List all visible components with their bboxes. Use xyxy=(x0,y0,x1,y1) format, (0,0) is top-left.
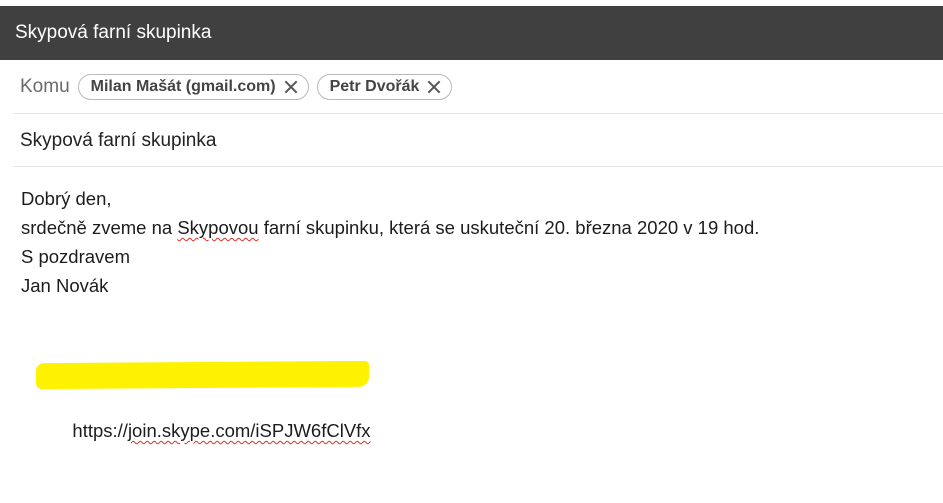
to-label: Komu xyxy=(20,76,70,97)
message-body[interactable]: Dobrý den, srdečně zveme na Skypovou far… xyxy=(21,184,921,441)
signature-text: Jan Novák xyxy=(21,275,109,296)
invitation-text-end: farní skupinku, která se uskuteční 20. b… xyxy=(258,217,760,238)
highlighted-link[interactable]: https://join.skype.com/iSPJW6fClVfx xyxy=(35,358,371,474)
recipient-chip[interactable]: Petr Dvořák xyxy=(316,74,453,100)
compose-title-bar: Skypová farní skupinka xyxy=(0,6,943,60)
closing-text: S pozdravem xyxy=(21,246,130,267)
highlight-mark xyxy=(35,360,369,390)
body-line: Dobrý den, xyxy=(21,184,921,213)
remove-recipient-icon[interactable] xyxy=(284,80,298,94)
link-prefix: https:// xyxy=(72,420,128,441)
body-line: Jan Novák xyxy=(21,271,921,300)
recipient-chip-name: Milan Mašát (gmail.com) xyxy=(90,78,276,95)
subject-field[interactable]: Skypová farní skupinka xyxy=(0,114,943,167)
body-line: srdečně zveme na Skypovou farní skupinku… xyxy=(21,213,921,242)
greeting-text: Dobrý den, xyxy=(21,188,112,209)
recipient-chip-name: Petr Dvořák xyxy=(329,78,420,95)
invitation-text-start: srdečně zveme na xyxy=(21,217,178,238)
body-line: S pozdravem xyxy=(21,242,921,271)
recipient-chip[interactable]: Milan Mašát (gmail.com) xyxy=(77,74,309,100)
remove-recipient-icon[interactable] xyxy=(427,80,441,94)
compose-title: Skypová farní skupinka xyxy=(15,22,212,43)
recipients-row[interactable]: Komu Milan Mašát (gmail.com) Petr Dvořák xyxy=(0,60,943,114)
subject-text: Skypová farní skupinka xyxy=(20,129,217,151)
body-line: https://join.skype.com/iSPJW6fClVfx xyxy=(21,329,921,441)
skype-link[interactable]: join.skype.com/iSPJW6fClVfx xyxy=(128,420,371,441)
misspelled-word: Skypovou xyxy=(177,217,259,238)
